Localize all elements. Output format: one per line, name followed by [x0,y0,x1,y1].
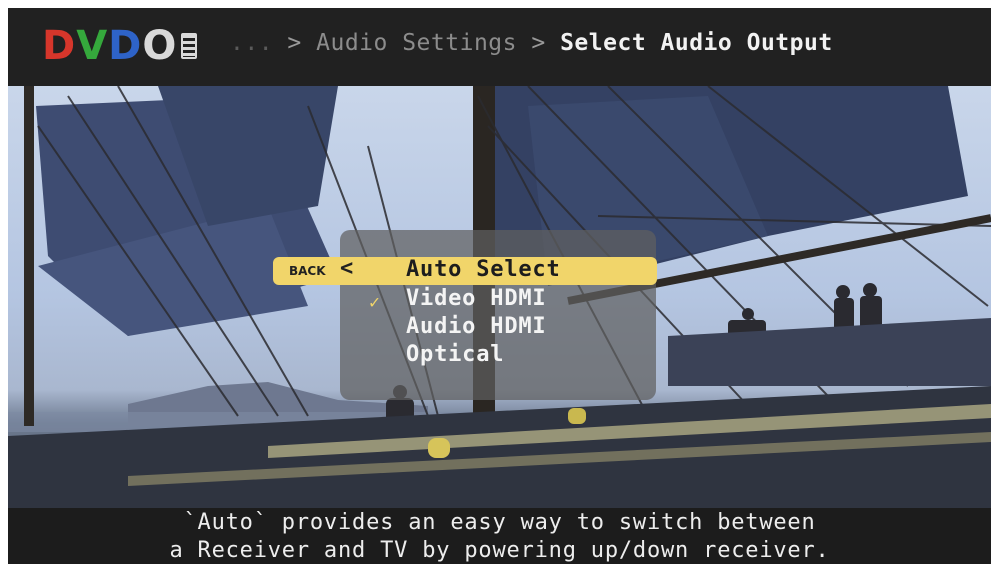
checkmark-icon: ✓ [369,292,380,313]
help-text-line-2: a Receiver and TV by powering up/down re… [169,538,830,563]
dvdo-logo: DVDO [42,23,198,69]
breadcrumb-separator: > [287,30,302,56]
breadcrumb-current: Select Audio Output [560,30,833,56]
logo-mark-icon [181,33,198,59]
breadcrumb-ellipsis: ... [230,30,274,56]
header-bar: DVDO ... > Audio Settings > Select Audio… [8,8,991,86]
tv-screen: DVDO ... > Audio Settings > Select Audio… [8,8,991,564]
menu-item-video-hdmi[interactable]: Video HDMI [406,286,546,311]
logo-letter-d2: D [108,23,143,69]
help-bar: `Auto` provides an easy way to switch be… [8,508,991,564]
breadcrumb-separator: > [531,30,546,56]
logo-letter-v: V [76,23,109,69]
logo-letter-o: O [142,23,178,69]
breadcrumb-parent[interactable]: Audio Settings [316,30,517,56]
back-button[interactable]: BACK [289,260,326,282]
breadcrumb: ... > Audio Settings > Select Audio Outp… [230,30,833,56]
left-arrow-icon[interactable]: < [340,256,353,281]
menu-item-auto-select[interactable]: Auto Select [406,257,561,282]
help-text-line-1: `Auto` provides an easy way to switch be… [183,510,816,535]
menu-item-optical[interactable]: Optical [406,342,504,367]
menu-item-audio-hdmi[interactable]: Audio HDMI [406,314,546,339]
logo-letter-d: D [42,23,77,69]
